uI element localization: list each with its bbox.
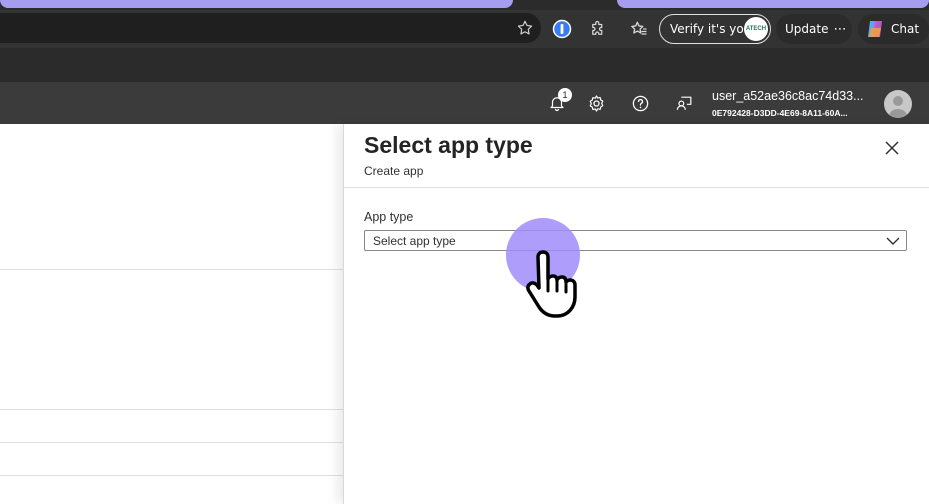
main-content-background [0,124,343,504]
extensions-icon[interactable] [585,16,611,42]
verify-identity-button[interactable]: Verify it's you ATECH [659,14,771,44]
more-options-icon[interactable]: ⋯ [833,22,846,37]
browser-update-button[interactable]: Update ⋯ [776,14,852,44]
browser-tab-secondary[interactable] [617,0,929,8]
password-manager-icon[interactable] [549,16,575,42]
address-bar[interactable] [0,13,541,43]
content-divider [0,442,343,443]
chevron-down-icon [886,237,900,245]
app-type-label: App type [364,210,414,224]
panel-header-divider [344,187,929,188]
browser-toolbar: Verify it's you ATECH Update ⋯ Chat [0,10,929,48]
verify-avatar: ATECH [744,17,768,41]
user-account-name[interactable]: user_a52ae36c8ac74d33... [712,89,864,103]
feedback-icon[interactable] [671,90,697,116]
content-divider [0,269,343,270]
chat-label: Chat [891,22,920,36]
app-type-dropdown-value: Select app type [373,234,456,248]
favorites-bar [0,48,929,82]
notifications-icon[interactable]: 1 [544,88,572,116]
user-avatar[interactable] [884,90,912,118]
favorites-icon[interactable] [626,16,652,42]
close-icon [885,141,899,155]
help-icon[interactable] [627,90,653,116]
panel-subtitle: Create app [364,164,424,178]
browser-tab-strip [0,0,929,10]
select-app-type-panel: Select app type Create app App type Sele… [343,124,929,504]
panel-title: Select app type [364,132,533,158]
update-label: Update [785,22,829,36]
user-tenant-id[interactable]: 0E792428-D3DD-4E69-8A11-60A... [712,108,848,118]
hand-pointer-cursor-icon [526,250,577,318]
notification-count-badge: 1 [558,88,572,102]
star-favorite-icon[interactable] [512,15,538,41]
verify-label: Verify it's you [670,22,752,36]
settings-gear-icon[interactable] [583,90,609,116]
content-divider [0,409,343,410]
browser-tab-active[interactable] [0,0,513,8]
portal-header: 1 user_a52ae36c8ac74d33... 0E792428-D3DD… [0,82,929,124]
close-panel-button[interactable] [880,136,904,160]
app-type-dropdown[interactable]: Select app type [364,230,907,251]
copilot-icon [864,18,886,40]
content-divider [0,475,343,476]
copilot-chat-button[interactable]: Chat [858,14,929,44]
